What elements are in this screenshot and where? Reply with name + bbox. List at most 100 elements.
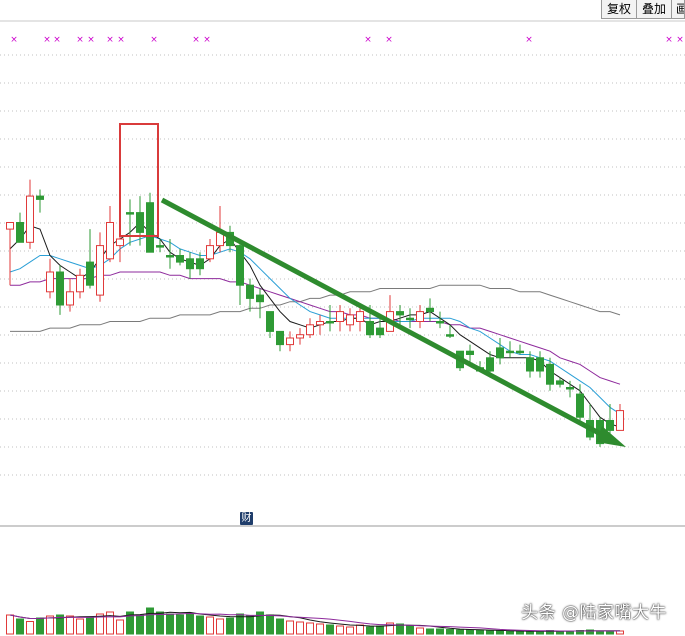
candle-body: [206, 245, 214, 260]
candle-body: [506, 350, 514, 354]
candle-body: [576, 393, 584, 418]
volume-bar: [196, 615, 204, 635]
volume-bar: [336, 625, 344, 635]
candle-body: [246, 284, 254, 299]
candle-body: [546, 363, 554, 385]
volume-bar: [376, 625, 384, 635]
candle-body: [426, 307, 434, 313]
event-marker: ×: [525, 35, 533, 45]
event-marker: ×: [364, 35, 372, 45]
volume-bar: [346, 626, 354, 635]
candle-body: [496, 347, 504, 359]
candle-body: [236, 245, 244, 286]
candle-body: [556, 380, 564, 385]
volume-bar: [476, 630, 484, 635]
volume-bar: [216, 618, 224, 635]
volume-bar: [356, 624, 364, 635]
volume-bar: [276, 618, 284, 635]
candle-body: [146, 202, 154, 253]
candle-body: [106, 222, 114, 260]
volume-bar: [76, 618, 84, 635]
candle-body: [296, 334, 304, 339]
volume-bar: [26, 621, 34, 635]
volume-bar: [16, 618, 24, 635]
volume-bar: [426, 628, 434, 635]
volume-bar: [466, 629, 474, 635]
draw-tools-button[interactable]: 画: [671, 0, 685, 19]
candle-body: [256, 294, 264, 303]
event-marker: ×: [665, 35, 673, 45]
volume-bar: [506, 631, 514, 635]
volume-bar: [296, 621, 304, 635]
candle-body: [126, 212, 134, 215]
candle-body: [196, 258, 204, 270]
restore-rights-button[interactable]: 复权: [600, 0, 637, 19]
candle-body: [466, 350, 474, 356]
event-marker: ×: [10, 35, 18, 45]
volume-bar: [156, 611, 164, 635]
event-marker: ×: [117, 35, 125, 45]
volume-bar: [456, 629, 464, 635]
event-marker: ×: [192, 35, 200, 45]
overlay-button[interactable]: 叠加: [635, 0, 672, 19]
volume-bar: [496, 630, 504, 635]
candle-body: [66, 291, 74, 306]
candle-body: [326, 321, 334, 324]
candle-body: [616, 410, 624, 431]
candle-body: [6, 222, 14, 230]
candle-body: [176, 255, 184, 263]
volume-bar: [206, 616, 214, 635]
volume-bar: [326, 624, 334, 635]
candle-body: [336, 311, 344, 323]
candle-body: [566, 387, 574, 390]
event-marker: ×: [385, 35, 393, 45]
volume-bar: [166, 613, 174, 635]
event-marker: ×: [76, 35, 84, 45]
candle-body: [136, 212, 144, 233]
candle-body: [76, 274, 84, 293]
candle-body: [266, 311, 274, 332]
volume-bar: [226, 617, 234, 635]
volume-bar: [186, 612, 194, 635]
candle-body: [96, 245, 104, 296]
event-marker: ×: [676, 35, 684, 45]
candle-body: [416, 311, 424, 323]
finance-event-badge[interactable]: 财: [240, 512, 253, 525]
volume-bar: [66, 615, 74, 635]
volume-bar: [516, 631, 524, 635]
volume-bar: [136, 614, 144, 635]
candle-body: [346, 314, 354, 326]
volume-bar: [526, 631, 534, 635]
candle-body: [26, 195, 34, 243]
volume-bar: [406, 625, 414, 635]
toolbar: 复权 叠加 画: [600, 0, 685, 19]
downtrend-arrow-shaft: [160, 197, 614, 443]
candle-body: [116, 238, 124, 247]
candle-body: [536, 357, 544, 372]
volume-bar: [316, 623, 324, 635]
volume-bar: [176, 614, 184, 635]
event-marker: ×: [43, 35, 51, 45]
volume-bar: [146, 607, 154, 635]
candlestick-chart: × × × × × × × × × × × × × × ×: [0, 20, 685, 635]
candle-body: [166, 255, 174, 258]
candle-body: [306, 324, 314, 336]
candle-body: [46, 271, 54, 293]
volume-bar: [86, 616, 94, 635]
candle-body: [376, 327, 384, 336]
volume-bar: [266, 614, 274, 635]
candle-body: [16, 222, 24, 243]
candle-body: [516, 350, 524, 354]
volume-bar: [446, 629, 454, 635]
candle-body: [396, 311, 404, 316]
candle-body: [436, 321, 444, 324]
volume-bar: [6, 614, 14, 635]
candle-body: [446, 334, 454, 337]
volume-bar: [486, 630, 494, 635]
volume-bar: [366, 626, 374, 635]
event-marker: ×: [106, 35, 114, 45]
candle-body: [56, 271, 64, 306]
volume-bar: [556, 631, 564, 635]
candle-body: [316, 321, 324, 326]
candle-body: [36, 195, 44, 200]
